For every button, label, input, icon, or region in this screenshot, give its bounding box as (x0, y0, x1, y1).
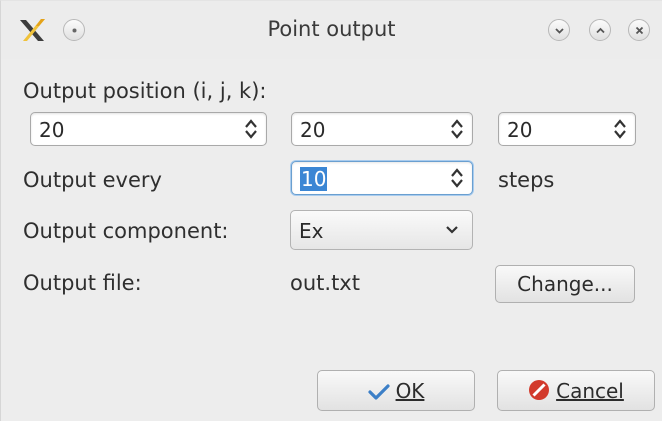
ok-button-label: OK (395, 379, 425, 403)
close-icon[interactable] (628, 19, 650, 41)
chevron-down-icon (446, 226, 458, 234)
output-component-combobox[interactable]: Ex (290, 210, 473, 250)
position-j-spinbox[interactable]: 20 (291, 112, 473, 146)
maximize-icon[interactable] (589, 19, 611, 41)
cancel-button-label: Cancel (556, 379, 624, 403)
dialog-window: Point output Output position (i, j, k): … (0, 0, 662, 421)
output-every-label: Output every (23, 168, 162, 192)
spin-arrows-icon[interactable] (450, 167, 464, 189)
output-every-value: 10 (300, 167, 328, 191)
change-button-label: Change... (517, 272, 613, 296)
output-file-value: out.txt (290, 271, 360, 295)
output-file-label: Output file: (23, 271, 142, 295)
steps-label: steps (498, 168, 555, 192)
title-bar[interactable]: Point output (1, 1, 662, 59)
position-label: Output position (i, j, k): (23, 79, 267, 103)
spin-arrows-icon[interactable] (244, 118, 258, 140)
position-j-value: 20 (300, 118, 326, 142)
position-k-value: 20 (507, 118, 533, 142)
position-i-value: 20 (39, 118, 65, 142)
output-component-label: Output component: (23, 219, 229, 243)
cancel-button[interactable]: Cancel (497, 370, 655, 411)
spin-arrows-icon[interactable] (450, 118, 464, 140)
position-i-spinbox[interactable]: 20 (30, 112, 267, 146)
position-k-spinbox[interactable]: 20 (498, 112, 636, 146)
cancel-icon (529, 380, 550, 400)
spin-arrows-icon[interactable] (613, 118, 627, 140)
checkmark-icon (367, 384, 390, 400)
minimize-icon[interactable] (548, 19, 570, 41)
output-component-value: Ex (299, 219, 324, 243)
output-every-spinbox[interactable]: 10 (291, 161, 473, 195)
change-file-button[interactable]: Change... (495, 265, 635, 303)
ok-button[interactable]: OK (317, 370, 475, 411)
